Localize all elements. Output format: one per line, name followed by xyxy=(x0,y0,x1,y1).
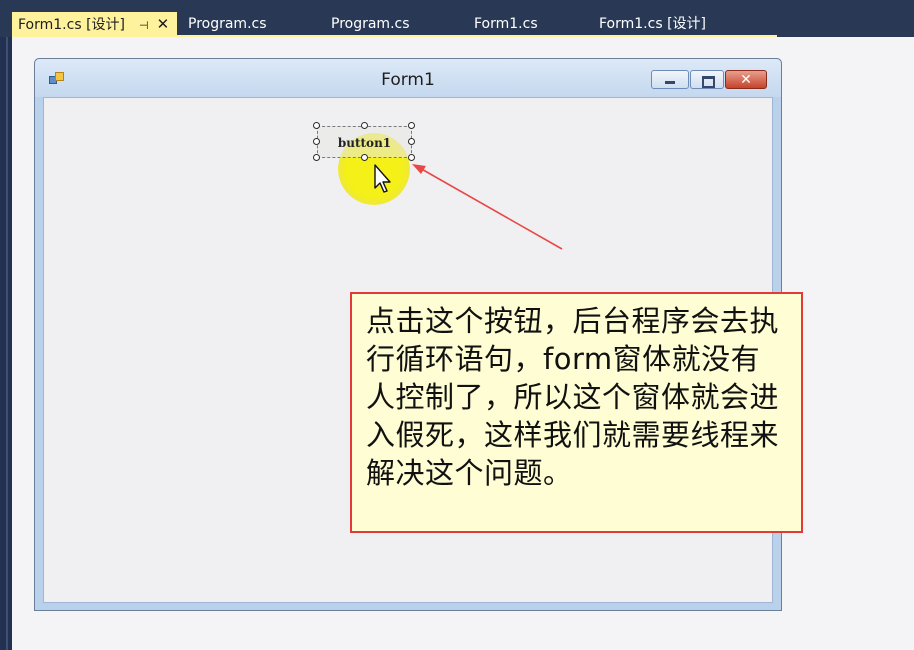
minimize-icon xyxy=(652,71,688,88)
mouse-pointer-icon xyxy=(374,164,391,193)
tab-form1-cs[interactable]: Form1.cs xyxy=(474,12,538,37)
tab-label: Form1.cs [设计] xyxy=(599,16,706,32)
close-icon: ✕ xyxy=(740,72,752,88)
resize-handle-right[interactable] xyxy=(408,138,415,145)
maximize-icon xyxy=(691,71,723,88)
pin-icon[interactable]: ⊣ xyxy=(139,19,149,32)
tab-form1-design-2[interactable]: Form1.cs [设计] xyxy=(599,12,706,37)
resize-handle-top-left[interactable] xyxy=(313,122,320,129)
tab-label: Program.cs xyxy=(188,16,267,32)
close-icon[interactable]: ✕ xyxy=(157,15,170,33)
resize-handle-left[interactable] xyxy=(313,138,320,145)
resize-handle-top[interactable] xyxy=(361,122,368,129)
close-button[interactable]: ✕ xyxy=(725,70,767,89)
annotation-callout: 点击这个按钮，后台程序会去执行循环语句，form窗体就没有人控制了，所以这个窗体… xyxy=(350,292,803,533)
ide-left-edge xyxy=(0,0,12,650)
resize-handle-top-right[interactable] xyxy=(408,122,415,129)
minimize-button[interactable] xyxy=(651,70,689,89)
resize-handle-bottom[interactable] xyxy=(361,154,368,161)
tab-program-cs[interactable]: Program.cs xyxy=(188,12,267,37)
document-tab-strip: Form1.cs [设计] ⊣ ✕ Program.cs Program.cs Fo… xyxy=(0,0,914,37)
tab-label: Form1.cs [设计] xyxy=(18,17,125,33)
maximize-button[interactable] xyxy=(690,70,724,89)
form-titlebar[interactable]: Form1 ✕ xyxy=(35,59,781,97)
resize-handle-bottom-left[interactable] xyxy=(313,154,320,161)
tab-form1-design[interactable]: Form1.cs [设计] ⊣ ✕ xyxy=(12,12,178,37)
tab-label: Form1.cs xyxy=(474,16,538,32)
tab-program-cs-2[interactable]: Program.cs xyxy=(331,12,410,37)
tab-label: Program.cs xyxy=(331,16,410,32)
resize-handle-bottom-right[interactable] xyxy=(408,154,415,161)
